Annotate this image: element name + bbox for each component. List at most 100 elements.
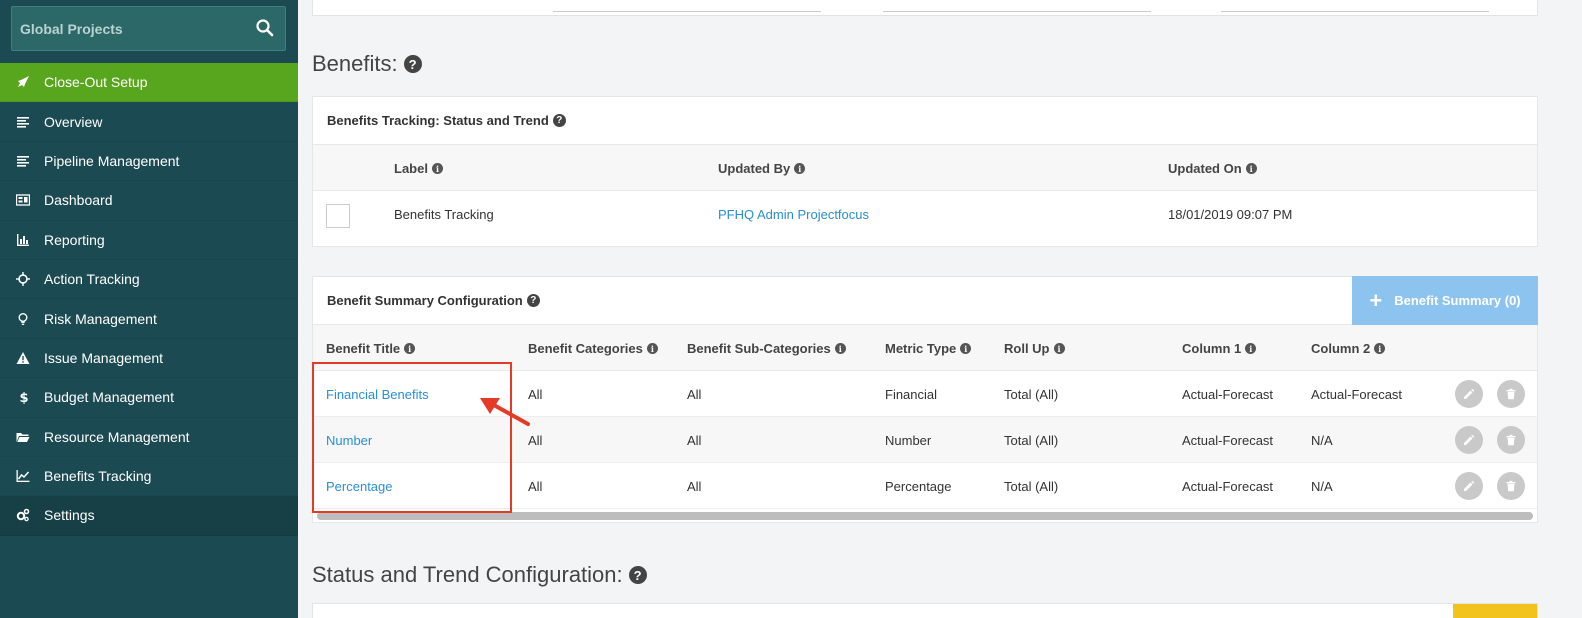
card-title: Benefit Summary Configuration ? + Benefi…	[313, 276, 1538, 325]
delete-button[interactable]	[1497, 472, 1525, 500]
row-checkbox[interactable]	[326, 204, 350, 228]
header-text: Benefit Categories	[528, 341, 643, 356]
trash-icon	[1506, 480, 1516, 492]
column-header-updated-on[interactable]: Updated On i	[1168, 161, 1257, 176]
column-2-value: N/A	[1311, 479, 1333, 494]
trash-icon	[1506, 434, 1516, 446]
warning-icon	[16, 351, 30, 365]
metric-type-value: Percentage	[885, 479, 952, 494]
field-underline	[553, 11, 821, 12]
bar-chart-icon	[16, 233, 30, 247]
sidebar-item-settings[interactable]: Settings	[0, 496, 298, 536]
field-underline	[1221, 11, 1489, 12]
edit-icon	[1464, 480, 1475, 491]
metric-type-value: Number	[885, 433, 932, 448]
help-icon[interactable]: ?	[552, 114, 566, 127]
sidebar-item-label: Dashboard	[44, 192, 113, 209]
delete-button[interactable]	[1497, 380, 1525, 408]
header-text: Benefit Title	[326, 341, 401, 356]
edit-button[interactable]	[1455, 426, 1483, 454]
column-header-benefit-title[interactable]: Benefit Title i	[326, 341, 416, 356]
lightbulb-icon	[16, 312, 30, 326]
sidebar-header: Global Projects	[0, 0, 298, 63]
sidebar-item-label: Reporting	[44, 231, 105, 248]
lines-icon	[16, 154, 30, 168]
sidebar-item-dashboard[interactable]: Dashboard	[0, 181, 298, 221]
sidebar-item-close-out-setup[interactable]: Close-Out Setup	[0, 63, 298, 103]
column-header-metric-type[interactable]: Metric Type i	[885, 341, 972, 356]
info-icon[interactable]: i	[1245, 343, 1257, 354]
sidebar-item-pipeline-management[interactable]: Pipeline Management	[0, 142, 298, 182]
info-icon[interactable]: i	[1245, 163, 1257, 174]
sidebar-item-resource-management[interactable]: Resource Management	[0, 418, 298, 457]
button-label: Benefit Summary (0)	[1394, 293, 1521, 308]
help-icon[interactable]: ?	[526, 294, 540, 307]
header-text: Column 2	[1311, 341, 1371, 356]
sidebar-item-risk-management[interactable]: Risk Management	[0, 299, 298, 339]
help-icon[interactable]: ?	[628, 566, 647, 584]
project-search[interactable]: Global Projects	[11, 6, 286, 51]
delete-button[interactable]	[1497, 426, 1525, 454]
sidebar-item-action-tracking[interactable]: Action Tracking	[0, 260, 298, 300]
row-label: Benefits Tracking	[394, 207, 494, 222]
search-icon[interactable]	[255, 18, 275, 38]
dashboard-icon	[16, 193, 30, 207]
header-text: Metric Type	[885, 341, 957, 356]
edit-icon	[1464, 434, 1475, 445]
updated-on-value: 18/01/2019 09:07 PM	[1168, 207, 1293, 222]
sidebar-item-benefits-tracking[interactable]: Benefits Tracking	[0, 457, 298, 497]
info-icon[interactable]: i	[834, 343, 846, 354]
column-header-roll-up[interactable]: Roll Up i	[1004, 341, 1065, 356]
help-icon[interactable]: ?	[403, 55, 422, 73]
column-header-label[interactable]: Label i	[394, 161, 443, 176]
info-icon[interactable]: i	[431, 163, 443, 174]
top-card-edge	[312, 0, 1538, 16]
project-search-label: Global Projects	[20, 21, 123, 37]
horizontal-scrollbar[interactable]	[317, 512, 1533, 520]
table-header: Label i Updated By i Updated On i	[313, 145, 1537, 191]
benefit-subcategories-value: All	[687, 479, 702, 494]
roll-up-value: Total (All)	[1004, 387, 1059, 402]
trash-icon	[1506, 388, 1516, 400]
column-header-benefit-categories[interactable]: Benefit Categories i	[528, 341, 658, 356]
add-status-trend-button[interactable]	[1453, 604, 1537, 618]
sidebar: Global Projects Close-Out Setup Overview…	[0, 0, 298, 618]
column-header-column-2[interactable]: Column 2i	[1311, 341, 1386, 356]
column-header-benefit-subcategories[interactable]: Benefit Sub-Categories i	[687, 341, 846, 356]
dollar-icon: $	[16, 390, 30, 404]
lines-icon	[16, 115, 30, 129]
sidebar-item-label: Issue Management	[44, 349, 164, 366]
sidebar-item-label: Resource Management	[44, 428, 190, 445]
benefit-categories-value: All	[528, 433, 543, 448]
edit-icon	[1464, 388, 1475, 399]
info-icon[interactable]: i	[646, 343, 658, 354]
info-icon[interactable]: i	[960, 343, 972, 354]
benefits-tracking-card: Benefits Tracking: Status and Trend ? La…	[312, 96, 1538, 247]
sidebar-item-label: Budget Management	[44, 389, 174, 406]
scrollbar-thumb[interactable]	[317, 512, 1533, 520]
sidebar-item-overview[interactable]: Overview	[0, 102, 298, 142]
info-icon[interactable]: i	[794, 163, 806, 174]
folder-icon	[16, 430, 30, 444]
info-icon[interactable]: i	[1374, 343, 1386, 354]
sidebar-item-budget-management[interactable]: $ Budget Management	[0, 378, 298, 418]
add-benefit-summary-button[interactable]: + Benefit Summary (0)	[1352, 276, 1538, 325]
info-icon[interactable]: i	[1053, 343, 1065, 354]
sidebar-item-reporting[interactable]: Reporting	[0, 221, 298, 260]
updated-by-link[interactable]: PFHQ Admin Projectfocus	[718, 207, 869, 222]
sidebar-nav: Close-Out Setup Overview Pipeline Manage…	[0, 63, 298, 536]
column-2-value: Actual-Forecast	[1311, 387, 1403, 402]
header-text: Updated By	[718, 161, 791, 176]
header-text: Updated On	[1168, 161, 1242, 176]
status-trend-section-title: Status and Trend Configuration: ?	[312, 562, 647, 588]
table-row: Benefits Tracking PFHQ Admin Projectfocu…	[313, 191, 1537, 237]
edit-button[interactable]	[1455, 380, 1483, 408]
info-icon[interactable]: i	[404, 343, 416, 354]
benefit-subcategories-value: All	[687, 433, 702, 448]
sidebar-item-issue-management[interactable]: Issue Management	[0, 339, 298, 379]
edit-button[interactable]	[1455, 472, 1483, 500]
card-title: Benefits Tracking: Status and Trend ?	[313, 97, 1537, 145]
column-header-column-1[interactable]: Column 1i	[1182, 341, 1257, 356]
header-text: Benefit Sub-Categories	[687, 341, 831, 356]
column-header-updated-by[interactable]: Updated By i	[718, 161, 806, 176]
